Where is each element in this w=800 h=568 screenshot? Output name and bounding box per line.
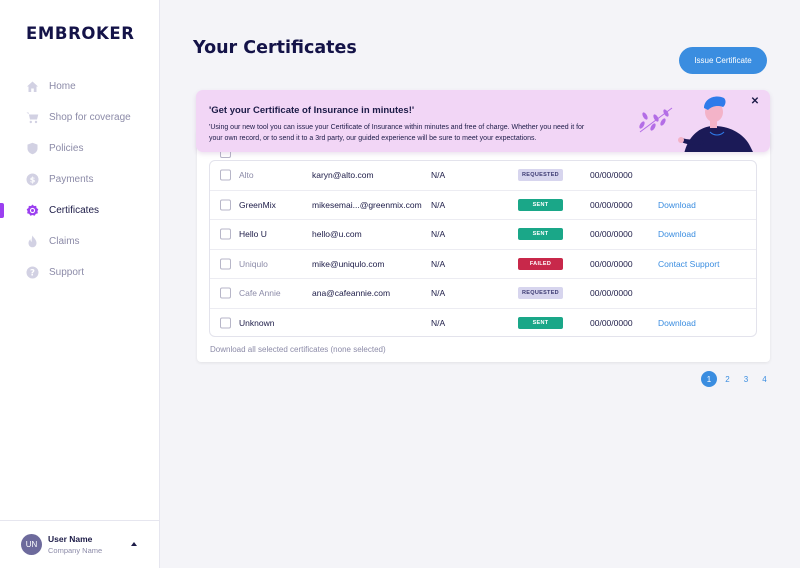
company-name: Company Name — [48, 546, 103, 555]
status-badge: FAILED — [518, 257, 563, 270]
sidebar-item-label: Support — [49, 267, 85, 278]
email-cell: mike@uniqulo.com — [312, 258, 385, 269]
sidebar-item-label: Claims — [49, 236, 80, 247]
date-cell: 00/00/0000 — [590, 318, 633, 329]
avatar: UN — [21, 534, 42, 555]
date-cell: 00/00/0000 — [590, 288, 633, 299]
policy-cell: N/A — [431, 318, 446, 329]
email-cell: hello@u.com — [312, 229, 362, 240]
sidebar-item-label: Shop for coverage — [49, 112, 131, 123]
row-checkbox[interactable] — [220, 287, 231, 299]
download-all-selected-link[interactable]: Download all selected certificates (none… — [210, 345, 386, 354]
date-cell: 00/00/0000 — [590, 199, 633, 210]
policy-cell: N/A — [431, 229, 446, 240]
dollar-icon: $ — [26, 173, 39, 186]
user-menu[interactable]: UN User Name Company Name — [0, 520, 159, 568]
date-cell: 00/00/0000 — [590, 258, 633, 269]
status-badge: REQUESTED — [518, 169, 563, 182]
sidebar-item-policies[interactable]: Policies — [0, 133, 159, 164]
certificate-icon — [26, 204, 39, 217]
row-checkbox[interactable] — [220, 199, 231, 211]
status-badge: SENT — [518, 317, 563, 330]
status-badge: REQUESTED — [518, 287, 563, 300]
sidebar-item-certificates[interactable]: Certificates — [0, 195, 159, 226]
banner-text: 'Using our new tool you can issue your C… — [209, 124, 585, 142]
sidebar-item-support[interactable]: ? Support — [0, 257, 159, 288]
table-row: GreenMix mikesemai...@greenmix.com N/A S… — [210, 191, 756, 220]
flame-icon — [26, 235, 39, 248]
row-checkbox[interactable] — [220, 228, 231, 240]
download-link[interactable]: Download — [658, 229, 696, 239]
sidebar-item-payments[interactable]: $ Payments — [0, 164, 159, 195]
user-name: User Name — [48, 534, 93, 544]
sidebar: EMBROKER Home Shop for coverage Policies… — [0, 0, 160, 568]
certificates-table: Alto karyn@alto.com N/A REQUESTED 00/00/… — [209, 160, 757, 337]
promo-banner: 'Get your Certificate of Insurance in mi… — [196, 90, 770, 152]
table-row: Hello U hello@u.com N/A SENT 00/00/0000 … — [210, 220, 756, 250]
download-link[interactable]: Download — [658, 318, 696, 328]
policy-cell: N/A — [431, 288, 446, 299]
page-button[interactable]: 4 — [757, 371, 773, 387]
page-title: Your Certificates — [193, 38, 357, 58]
page-button[interactable]: 2 — [720, 371, 736, 387]
banner-title: 'Get your Certificate of Insurance in mi… — [209, 105, 415, 116]
svg-text:?: ? — [30, 268, 35, 278]
close-icon[interactable]: ✕ — [749, 95, 761, 107]
company-cell: Unknown — [239, 318, 275, 329]
sidebar-item-label: Certificates — [49, 205, 100, 216]
status-badge: SENT — [518, 198, 563, 211]
table-row: Uniqulo mike@uniqulo.com N/A FAILED 00/0… — [210, 250, 756, 279]
table-row: Alto karyn@alto.com N/A REQUESTED 00/00/… — [210, 161, 756, 191]
home-icon — [26, 80, 39, 93]
svg-text:$: $ — [30, 175, 36, 184]
sidebar-item-claims[interactable]: Claims — [0, 226, 159, 257]
date-cell: 00/00/0000 — [590, 229, 633, 240]
status-badge: SENT — [518, 228, 563, 241]
embroker-logo[interactable]: EMBROKER — [26, 24, 135, 43]
company-cell: Cafe Annie — [239, 288, 281, 299]
email-cell: mikesemai...@greenmix.com — [312, 199, 422, 210]
cart-icon — [26, 111, 39, 124]
page-button[interactable]: 3 — [738, 371, 754, 387]
pagination: 1 2 3 4 — [701, 371, 775, 387]
contact-support-link[interactable]: Contact Support — [658, 259, 719, 269]
company-cell: Uniqulo — [239, 258, 268, 269]
caret-up-icon[interactable] — [131, 542, 137, 546]
sidebar-item-label: Home — [49, 81, 76, 92]
sidebar-item-label: Policies — [49, 143, 84, 154]
company-cell: Alto — [239, 170, 254, 181]
row-checkbox[interactable] — [220, 258, 231, 270]
sidebar-item-shop[interactable]: Shop for coverage — [0, 102, 159, 133]
row-checkbox[interactable] — [220, 169, 231, 181]
page-button[interactable]: 1 — [701, 371, 717, 387]
question-icon: ? — [26, 266, 39, 279]
table-row: Unknown N/A SENT 00/00/0000 Download — [210, 309, 756, 337]
person-illustration — [639, 96, 753, 152]
issue-certificate-button[interactable]: Issue Certificate — [679, 47, 767, 74]
sidebar-item-label: Payments — [49, 174, 94, 185]
policy-cell: N/A — [431, 170, 446, 181]
company-cell: Hello U — [239, 229, 267, 240]
shield-icon — [26, 142, 39, 155]
row-checkbox[interactable] — [220, 317, 231, 329]
company-cell: GreenMix — [239, 199, 276, 210]
email-cell: ana@cafeannie.com — [312, 288, 391, 299]
sidebar-nav: Home Shop for coverage Policies $ Paymen… — [0, 71, 159, 288]
email-cell: karyn@alto.com — [312, 170, 374, 181]
sidebar-item-home[interactable]: Home — [0, 71, 159, 102]
table-row: Cafe Annie ana@cafeannie.com N/A REQUEST… — [210, 279, 756, 309]
date-cell: 00/00/0000 — [590, 170, 633, 181]
policy-cell: N/A — [431, 258, 446, 269]
user-info: User Name Company Name — [48, 534, 102, 555]
policy-cell: N/A — [431, 199, 446, 210]
download-link[interactable]: Download — [658, 200, 696, 210]
row-checkbox[interactable] — [220, 152, 231, 158]
